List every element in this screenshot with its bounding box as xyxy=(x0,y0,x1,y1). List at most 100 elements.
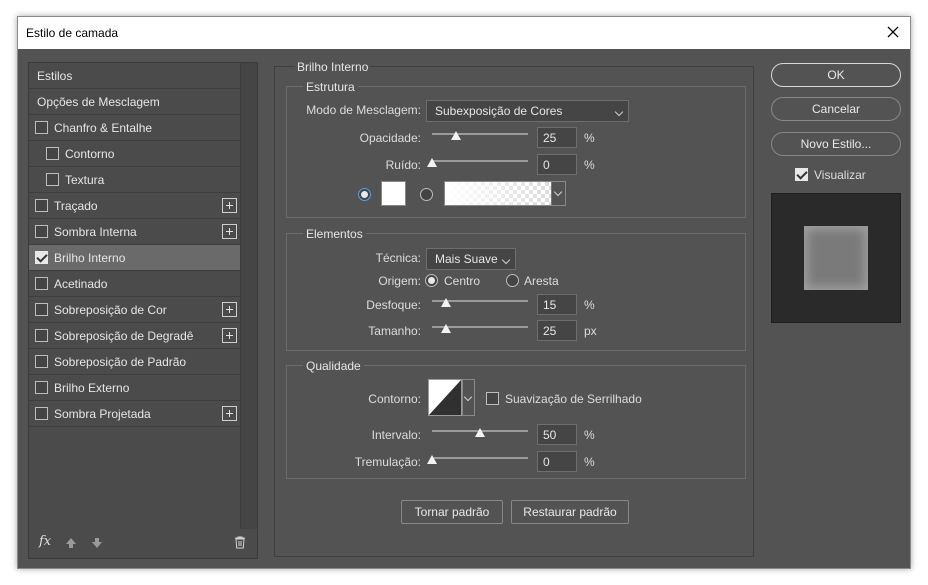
sidebar-item[interactable]: Sobreposição de Degradê xyxy=(29,323,241,349)
noise-label: Ruído: xyxy=(385,158,421,172)
source-edge-radio[interactable] xyxy=(506,274,519,287)
sidebar-item[interactable]: Acetinado xyxy=(29,271,241,297)
sidebar-item[interactable]: Estilos xyxy=(29,63,241,89)
sidebar-item-label: Sobreposição de Padrão xyxy=(54,355,187,369)
contour-picker[interactable] xyxy=(428,379,475,416)
anti-alias-label[interactable]: Suavização de Serrilhado xyxy=(505,392,642,406)
choke-slider[interactable] xyxy=(432,298,528,308)
preview-swatch xyxy=(804,226,868,290)
sidebar-item[interactable]: Contorno xyxy=(29,141,241,167)
sidebar-item-label: Brilho Interno xyxy=(54,251,126,265)
ok-button[interactable]: OK xyxy=(771,63,901,87)
sidebar-item-checkbox[interactable] xyxy=(35,407,48,420)
sidebar-item-checkbox[interactable] xyxy=(46,147,59,160)
size-unit: px xyxy=(584,324,597,338)
reset-default-button[interactable]: Restaurar padrão xyxy=(511,500,629,524)
sidebar-item-checkbox[interactable] xyxy=(35,303,48,316)
sidebar-item[interactable]: Sobreposição de Cor xyxy=(29,297,241,323)
jitter-slider[interactable] xyxy=(427,455,528,465)
sidebar-item-label: Acetinado xyxy=(54,277,108,291)
sidebar-item-checkbox[interactable] xyxy=(35,381,48,394)
sidebar-item[interactable]: Sombra Interna xyxy=(29,219,241,245)
size-input[interactable]: 25 xyxy=(537,320,577,341)
sidebar-item-checkbox[interactable] xyxy=(46,173,59,186)
choke-input[interactable]: 15 xyxy=(537,294,577,315)
preview-label[interactable]: Visualizar xyxy=(814,168,866,182)
contour-dropdown[interactable] xyxy=(462,379,475,416)
sidebar-item-checkbox[interactable] xyxy=(35,329,48,342)
blend-mode-value: Subexposição de Cores xyxy=(435,104,563,118)
gradient-dropdown[interactable] xyxy=(551,182,565,205)
glow-color-swatch[interactable] xyxy=(381,181,406,206)
sidebar-item[interactable]: Brilho Interno xyxy=(29,245,241,271)
sidebar-item-label: Brilho Externo xyxy=(54,381,130,395)
sidebar-item[interactable]: Sobreposição de Padrão xyxy=(29,349,241,375)
technique-select[interactable]: Mais Suave xyxy=(426,248,516,270)
chevron-down-icon xyxy=(501,255,511,265)
sidebar-item[interactable]: Textura xyxy=(29,167,241,193)
sidebar-item-checkbox[interactable] xyxy=(35,199,48,212)
move-up-icon[interactable] xyxy=(65,537,77,549)
contour-preview-icon[interactable] xyxy=(428,379,462,416)
gradient-radio[interactable] xyxy=(420,188,433,201)
slider-thumb[interactable] xyxy=(475,428,485,437)
new-style-button[interactable]: Novo Estilo... xyxy=(771,132,901,156)
trash-icon[interactable] xyxy=(234,536,246,549)
sidebar-item-checkbox[interactable] xyxy=(35,277,48,290)
size-slider[interactable] xyxy=(432,324,528,334)
slider-thumb[interactable] xyxy=(427,455,437,464)
range-input[interactable]: 50 xyxy=(537,424,577,445)
opacity-label: Opacidade: xyxy=(359,131,421,145)
cancel-button[interactable]: Cancelar xyxy=(771,97,901,121)
sidebar-item-label: Sobreposição de Cor xyxy=(54,303,167,317)
quality-title: Qualidade xyxy=(303,359,364,373)
slider-track xyxy=(432,133,528,135)
slider-thumb[interactable] xyxy=(427,158,437,167)
add-effect-icon[interactable] xyxy=(222,302,237,317)
sidebar-item[interactable]: Sombra Projetada xyxy=(29,401,241,427)
source-center-label[interactable]: Centro xyxy=(444,274,480,288)
opacity-input[interactable]: 25 xyxy=(537,127,577,148)
slider-thumb[interactable] xyxy=(441,298,452,307)
choke-unit: % xyxy=(584,298,595,312)
gradient-picker[interactable] xyxy=(444,181,566,206)
sidebar-item-checkbox[interactable] xyxy=(35,251,48,264)
source-center-radio[interactable] xyxy=(425,274,438,287)
preview-checkbox[interactable] xyxy=(795,168,808,181)
styles-list-scrollbar[interactable] xyxy=(240,63,257,529)
range-slider[interactable] xyxy=(432,428,528,438)
sidebar-item[interactable]: Opções de Mesclagem xyxy=(29,89,241,115)
add-effect-icon[interactable] xyxy=(222,406,237,421)
elements-title: Elementos xyxy=(303,227,366,241)
sidebar-item[interactable]: Chanfro & Entalhe xyxy=(29,115,241,141)
noise-input[interactable]: 0 xyxy=(537,154,577,175)
make-default-button[interactable]: Tornar padrão xyxy=(401,500,503,524)
technique-label: Técnica: xyxy=(375,251,421,265)
slider-thumb[interactable] xyxy=(441,324,452,333)
anti-alias-checkbox[interactable] xyxy=(486,392,499,405)
styles-list-footer: fx xyxy=(29,528,257,558)
sidebar-item-checkbox[interactable] xyxy=(35,355,48,368)
sidebar-item-label: Sombra Interna xyxy=(54,225,137,239)
sidebar-item[interactable]: Brilho Externo xyxy=(29,375,241,401)
close-icon[interactable] xyxy=(884,23,902,41)
slider-thumb[interactable] xyxy=(451,131,461,140)
fx-button[interactable]: fx xyxy=(39,534,51,549)
add-effect-icon[interactable] xyxy=(222,224,237,239)
sidebar-item-label: Traçado xyxy=(54,199,98,213)
chevron-down-icon xyxy=(614,107,624,117)
noise-slider[interactable] xyxy=(427,158,528,168)
add-effect-icon[interactable] xyxy=(222,328,237,343)
sidebar-item-checkbox[interactable] xyxy=(35,225,48,238)
sidebar-item[interactable]: Traçado xyxy=(29,193,241,219)
sidebar-item-checkbox[interactable] xyxy=(35,121,48,134)
add-effect-icon[interactable] xyxy=(222,198,237,213)
source-edge-label[interactable]: Aresta xyxy=(524,274,559,288)
opacity-slider[interactable] xyxy=(432,131,528,141)
blend-mode-select[interactable]: Subexposição de Cores xyxy=(426,100,629,122)
slider-track xyxy=(432,457,528,459)
move-down-icon[interactable] xyxy=(91,537,103,549)
choke-label: Desfoque: xyxy=(366,298,421,312)
solid-color-radio[interactable] xyxy=(358,188,371,201)
jitter-input[interactable]: 0 xyxy=(537,451,577,472)
